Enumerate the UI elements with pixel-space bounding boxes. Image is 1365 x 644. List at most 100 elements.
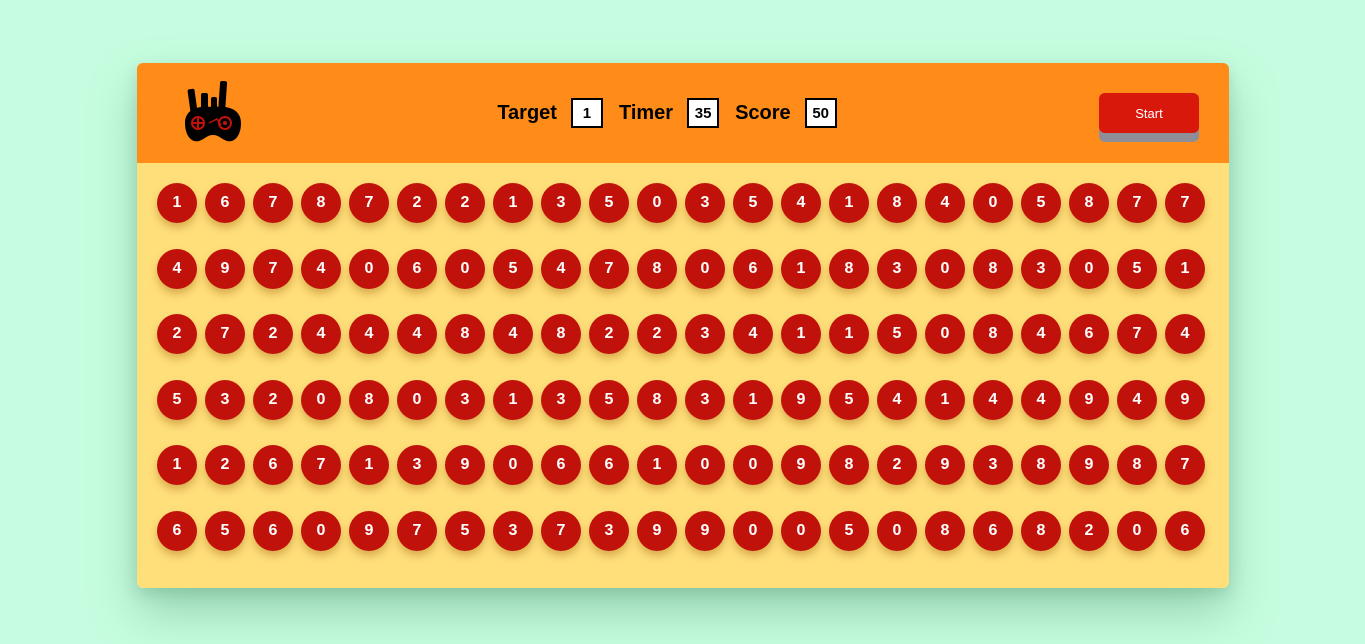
number-ball[interactable]: 6 (973, 510, 1013, 551)
number-ball[interactable]: 5 (877, 314, 917, 355)
number-ball[interactable]: 0 (397, 379, 437, 420)
number-ball[interactable]: 2 (397, 183, 437, 223)
number-ball[interactable]: 3 (973, 445, 1013, 486)
number-ball[interactable]: 1 (1165, 248, 1205, 289)
number-ball[interactable]: 9 (349, 510, 389, 551)
number-ball[interactable]: 8 (925, 510, 965, 551)
number-ball[interactable]: 3 (685, 379, 725, 420)
number-ball[interactable]: 2 (877, 445, 917, 486)
number-ball[interactable]: 8 (1021, 445, 1061, 486)
number-ball[interactable]: 5 (493, 248, 533, 289)
number-ball[interactable]: 1 (157, 445, 197, 486)
number-ball[interactable]: 3 (397, 445, 437, 486)
number-ball[interactable]: 0 (781, 510, 821, 551)
number-ball[interactable]: 0 (685, 248, 725, 289)
number-ball[interactable]: 4 (925, 183, 965, 223)
number-ball[interactable]: 1 (157, 183, 197, 223)
number-ball[interactable]: 1 (637, 445, 677, 486)
number-ball[interactable]: 7 (1165, 183, 1205, 223)
number-ball[interactable]: 4 (1165, 314, 1205, 355)
number-ball[interactable]: 5 (205, 510, 245, 551)
number-ball[interactable]: 7 (301, 445, 341, 486)
number-ball[interactable]: 3 (589, 510, 629, 551)
number-ball[interactable]: 4 (349, 314, 389, 355)
number-ball[interactable]: 3 (493, 510, 533, 551)
number-ball[interactable]: 2 (589, 314, 629, 355)
number-ball[interactable]: 6 (253, 445, 293, 486)
number-ball[interactable]: 7 (589, 248, 629, 289)
number-ball[interactable]: 4 (1021, 314, 1061, 355)
number-ball[interactable]: 0 (925, 248, 965, 289)
number-ball[interactable]: 0 (445, 248, 485, 289)
number-ball[interactable]: 9 (925, 445, 965, 486)
number-ball[interactable]: 1 (781, 248, 821, 289)
number-ball[interactable]: 9 (445, 445, 485, 486)
number-ball[interactable]: 4 (397, 314, 437, 355)
number-ball[interactable]: 5 (157, 379, 197, 420)
number-ball[interactable]: 0 (733, 510, 773, 551)
number-ball[interactable]: 6 (733, 248, 773, 289)
number-ball[interactable]: 6 (1069, 314, 1109, 355)
number-ball[interactable]: 6 (205, 183, 245, 223)
number-ball[interactable]: 8 (829, 248, 869, 289)
number-ball[interactable]: 0 (1117, 510, 1157, 551)
number-ball[interactable]: 0 (685, 445, 725, 486)
number-ball[interactable]: 0 (301, 379, 341, 420)
number-ball[interactable]: 1 (349, 445, 389, 486)
number-ball[interactable]: 8 (973, 248, 1013, 289)
number-ball[interactable]: 1 (733, 379, 773, 420)
number-ball[interactable]: 7 (205, 314, 245, 355)
number-ball[interactable]: 1 (829, 183, 869, 223)
number-ball[interactable]: 5 (589, 183, 629, 223)
number-ball[interactable]: 9 (205, 248, 245, 289)
number-ball[interactable]: 9 (781, 445, 821, 486)
number-ball[interactable]: 9 (1165, 379, 1205, 420)
number-ball[interactable]: 3 (877, 248, 917, 289)
number-ball[interactable]: 7 (541, 510, 581, 551)
number-ball[interactable]: 0 (493, 445, 533, 486)
number-ball[interactable]: 6 (397, 248, 437, 289)
number-ball[interactable]: 3 (205, 379, 245, 420)
number-ball[interactable]: 0 (301, 510, 341, 551)
number-ball[interactable]: 5 (733, 183, 773, 223)
number-ball[interactable]: 3 (685, 314, 725, 355)
number-ball[interactable]: 7 (349, 183, 389, 223)
number-ball[interactable]: 0 (925, 314, 965, 355)
number-ball[interactable]: 3 (445, 379, 485, 420)
number-ball[interactable]: 0 (877, 510, 917, 551)
number-ball[interactable]: 8 (445, 314, 485, 355)
number-ball[interactable]: 9 (637, 510, 677, 551)
number-ball[interactable]: 8 (541, 314, 581, 355)
number-ball[interactable]: 3 (541, 183, 581, 223)
number-ball[interactable]: 6 (541, 445, 581, 486)
number-ball[interactable]: 7 (1117, 314, 1157, 355)
number-ball[interactable]: 5 (1117, 248, 1157, 289)
start-button[interactable]: Start (1099, 93, 1199, 133)
number-ball[interactable]: 2 (253, 379, 293, 420)
number-ball[interactable]: 5 (445, 510, 485, 551)
number-ball[interactable]: 8 (1021, 510, 1061, 551)
number-ball[interactable]: 0 (733, 445, 773, 486)
number-ball[interactable]: 6 (157, 510, 197, 551)
number-ball[interactable]: 2 (637, 314, 677, 355)
number-ball[interactable]: 4 (301, 248, 341, 289)
number-ball[interactable]: 8 (829, 445, 869, 486)
number-ball[interactable]: 6 (253, 510, 293, 551)
number-ball[interactable]: 4 (1117, 379, 1157, 420)
number-ball[interactable]: 5 (829, 379, 869, 420)
number-ball[interactable]: 7 (253, 183, 293, 223)
number-ball[interactable]: 4 (877, 379, 917, 420)
number-ball[interactable]: 6 (589, 445, 629, 486)
number-ball[interactable]: 4 (301, 314, 341, 355)
number-ball[interactable]: 9 (1069, 379, 1109, 420)
number-ball[interactable]: 2 (1069, 510, 1109, 551)
number-ball[interactable]: 0 (1069, 248, 1109, 289)
number-ball[interactable]: 1 (781, 314, 821, 355)
number-ball[interactable]: 7 (1117, 183, 1157, 223)
number-ball[interactable]: 8 (877, 183, 917, 223)
number-ball[interactable]: 8 (301, 183, 341, 223)
number-ball[interactable]: 1 (925, 379, 965, 420)
number-ball[interactable]: 8 (1069, 183, 1109, 223)
number-ball[interactable]: 8 (349, 379, 389, 420)
number-ball[interactable]: 2 (157, 314, 197, 355)
